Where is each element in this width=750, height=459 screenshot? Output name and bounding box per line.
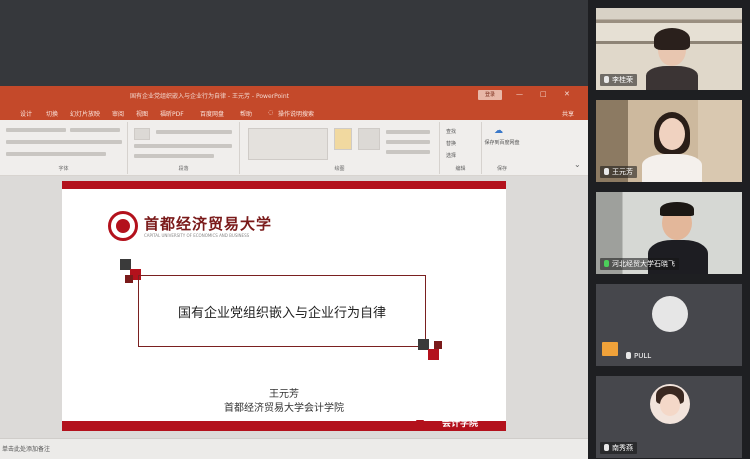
deco-square-icon (434, 341, 442, 349)
participant-hair (660, 202, 694, 216)
video-meeting-window: 国有企业党组织嵌入与企业行为自律 - 王元芳 - PowerPoint 登录 —… (0, 0, 750, 459)
shared-screen: 国有企业党组织嵌入与企业行为自律 - 王元芳 - PowerPoint 登录 —… (0, 0, 588, 459)
save-group-label: 保存 (496, 166, 507, 172)
participant-body (646, 66, 698, 90)
deco-square-icon (125, 275, 133, 283)
microphone-icon (604, 168, 609, 175)
tab-help[interactable]: 帮助 (240, 109, 252, 118)
powerpoint-titlebar: 国有企业党组织嵌入与企业行为自律 - 王元芳 - PowerPoint 登录 —… (0, 86, 588, 104)
participant-name-label: 王元芳 (600, 166, 637, 178)
participants-panel: 李桂荣 王元芳 河北经贸大学石晓飞 PULL 南秀燕 (588, 0, 750, 459)
tab-slideshow[interactable]: 幻灯片放映 (70, 109, 100, 118)
screen-top-blank (0, 0, 588, 86)
deco-square-icon (428, 349, 439, 360)
participant-name-label: PULL (622, 350, 655, 362)
default-avatar-icon (652, 296, 688, 332)
signin-button[interactable]: 登录 (478, 90, 502, 100)
drawing-group: 绘图 (240, 122, 440, 174)
university-name: 首都经济贸易大学 (144, 215, 273, 233)
editing-group-label: 编辑 (455, 166, 466, 172)
paragraph-group: 段落 (128, 122, 240, 174)
tab-design[interactable]: 设计 (20, 109, 32, 118)
select-button[interactable]: 选择 (446, 152, 456, 159)
save-group: ☁ 保存到百度网盘 保存 (482, 122, 522, 174)
microphone-icon (604, 76, 609, 83)
save-to-netdisk-button[interactable]: 保存到百度网盘 (484, 140, 520, 147)
font-group-label: 字体 (58, 166, 69, 172)
editing-group: 查找 替换 选择 编辑 (440, 122, 482, 174)
close-icon[interactable]: ✕ (564, 90, 570, 98)
notes-placeholder[interactable]: 单击此处添加备注 (2, 444, 50, 453)
title-box: 国有企业党组织嵌入与企业行为自律 (138, 275, 426, 347)
maximize-icon[interactable]: □ (540, 90, 547, 98)
tab-view[interactable]: 视图 (136, 109, 148, 118)
participant-body (642, 154, 702, 182)
lightbulb-icon: ◌ (268, 109, 274, 116)
tell-me-search[interactable]: 操作说明搜索 (278, 109, 314, 118)
footer-logo-text: 会计学院 (441, 419, 478, 429)
cloud-icon: ☁ (494, 126, 503, 136)
participant-hair (654, 28, 690, 50)
university-subtitle: CAPITAL UNIVERSITY OF ECONOMICS AND BUSI… (144, 233, 250, 238)
ribbon-toolbar: 字体 段落 绘图 查找 替换 选择 编辑 ☁ 保存到百度网盘 保存 ⌄ (0, 120, 588, 176)
tab-baidu-netdisk[interactable]: 百度网盘 (200, 109, 224, 118)
participant-tile[interactable]: 王元芳 (596, 100, 742, 182)
slide-school: 首都经济贸易大学会计学院 (224, 403, 344, 414)
notes-bar: 单击此处添加备注 (0, 438, 588, 459)
avatar-face (660, 394, 680, 416)
participant-tile[interactable]: 南秀燕 (596, 376, 742, 458)
participant-tile[interactable]: PULL (596, 284, 742, 366)
share-button[interactable]: 共享 (562, 109, 574, 118)
slide-canvas: 首都经济贸易大学 CAPITAL UNIVERSITY OF ECONOMICS… (62, 181, 506, 431)
tab-review[interactable]: 审阅 (112, 109, 124, 118)
participant-name-label: 李桂荣 (600, 74, 637, 86)
host-icon (602, 342, 618, 356)
participant-tile[interactable]: 李桂荣 (596, 8, 742, 90)
college-logo-icon (416, 420, 424, 428)
tab-foxit-pdf[interactable]: 福昕PDF (160, 109, 184, 118)
slide-author: 王元芳 (269, 389, 299, 400)
university-logo-icon (108, 211, 138, 241)
microphone-active-icon (604, 260, 609, 267)
font-group: 字体 (0, 122, 128, 174)
paragraph-group-label: 段落 (178, 166, 189, 172)
ribbon-collapse-icon[interactable]: ⌄ (574, 160, 581, 169)
slide-title: 国有企业党组织嵌入与企业行为自律 (177, 306, 386, 321)
microphone-icon (626, 352, 631, 359)
participant-tile[interactable]: 河北经贸大学石晓飞 (596, 192, 742, 274)
window-title: 国有企业党组织嵌入与企业行为自律 - 王元芳 - PowerPoint (130, 93, 289, 100)
participant-face (659, 118, 685, 150)
participant-name-label: 南秀燕 (600, 442, 637, 454)
slide-footer: 会计学院 (62, 419, 506, 431)
minimize-icon[interactable]: — (516, 90, 523, 98)
microphone-icon (604, 444, 609, 451)
tab-transitions[interactable]: 切换 (46, 109, 58, 118)
replace-button[interactable]: 替换 (446, 140, 456, 147)
ribbon-tabs: 设计 切换 幻灯片放映 审阅 视图 福昕PDF 百度网盘 帮助 ◌ 操作说明搜索… (0, 104, 588, 120)
find-button[interactable]: 查找 (446, 128, 456, 135)
drawing-group-label: 绘图 (334, 166, 345, 172)
participant-name-label: 河北经贸大学石晓飞 (600, 258, 679, 270)
